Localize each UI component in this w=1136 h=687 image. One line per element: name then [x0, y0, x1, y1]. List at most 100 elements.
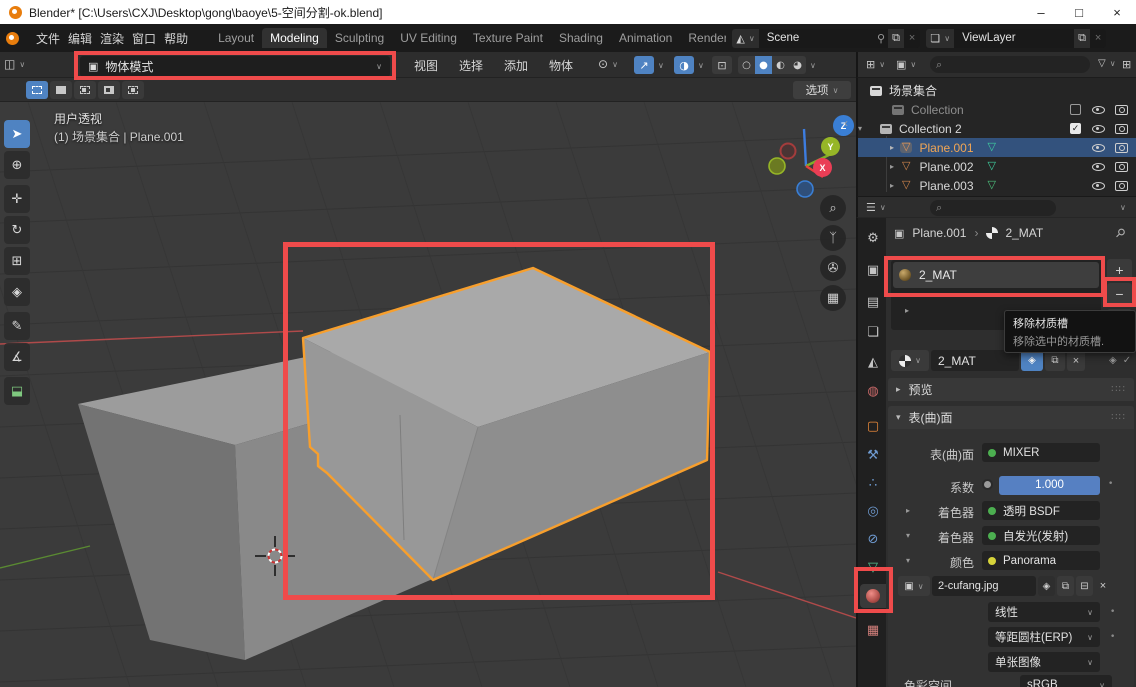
eye-icon[interactable] — [1092, 144, 1105, 152]
tab-object[interactable]: ▢ — [860, 414, 886, 438]
eye-icon[interactable] — [1092, 163, 1105, 171]
tool-annotate[interactable]: ✎ — [4, 312, 30, 340]
source-dropdown[interactable]: 单张图像 ∨ — [988, 652, 1100, 672]
camera-visibility-icon[interactable] — [1115, 162, 1128, 172]
tool-scale[interactable]: ⊞ — [4, 247, 30, 275]
tab-view-layer[interactable]: ❏ — [860, 320, 886, 344]
xray-toggle[interactable]: ⊡ — [712, 56, 732, 74]
material-name-field[interactable]: 2_MAT — [931, 350, 1019, 371]
outliner-row-scene-collection[interactable]: 场景集合 — [858, 81, 1136, 100]
outliner-row-plane001[interactable]: ▸ ▽ Plane.001 ▽ — [858, 138, 1136, 157]
projection-dropdown[interactable]: 等距圆柱(ERP) ∨ — [988, 627, 1100, 647]
tab-output[interactable]: ▤ — [860, 290, 886, 314]
material-slot-item[interactable]: 2_MAT — [893, 262, 1099, 288]
chevron-down-icon[interactable]: ∨ — [1120, 203, 1126, 212]
tool-select-box[interactable]: ➤ — [4, 120, 30, 148]
eye-icon[interactable] — [1092, 125, 1105, 133]
workspace-tab-texturepaint[interactable]: Texture Paint — [465, 28, 551, 48]
overlays-toggle[interactable]: ◑ ∨ — [674, 56, 704, 74]
breadcrumb-material[interactable]: 2_MAT — [1005, 226, 1043, 240]
exclude-checkbox[interactable]: ✓ — [1070, 123, 1081, 134]
workspace-tab-uvediting[interactable]: UV Editing — [392, 28, 465, 48]
select-mode-intersect-button[interactable] — [122, 81, 144, 99]
tab-world[interactable]: ◍ — [860, 379, 886, 403]
panel-surface[interactable]: ▾ 表(曲)面 ∷∷ — [888, 406, 1134, 429]
pin-icon[interactable]: ⚲ — [1112, 225, 1128, 241]
exclude-checkbox[interactable] — [1070, 104, 1081, 115]
expand-arrow-icon[interactable]: ▸ — [858, 143, 894, 152]
scene-unlink-button[interactable]: × — [904, 32, 920, 44]
new-collection-button[interactable]: ⊞ — [1122, 58, 1131, 71]
editor-type-button[interactable]: ◫ ∨ — [4, 57, 25, 71]
shading-solid-button[interactable]: ● — [755, 56, 772, 74]
outliner-search-input[interactable]: ⌕ — [930, 56, 1090, 73]
menu-edit[interactable]: 编辑 — [64, 30, 96, 47]
workspace-tab-sculpting[interactable]: Sculpting — [327, 28, 392, 48]
workspace-tab-modeling[interactable]: Modeling — [262, 28, 327, 48]
object-visibility-dropdown[interactable]: ⊙ ∨ — [598, 57, 618, 71]
remove-slot-button[interactable]: − — [1107, 283, 1132, 305]
tool-measure[interactable]: ∡ — [4, 343, 30, 371]
menu-render[interactable]: 渲染 — [96, 30, 128, 47]
camera-visibility-icon[interactable] — [1115, 124, 1128, 134]
camera-visibility-icon[interactable] — [1115, 105, 1128, 115]
eye-icon[interactable] — [1092, 182, 1105, 190]
menu-add[interactable]: 添加 — [500, 57, 532, 74]
ortho-toggle-control[interactable]: ▦ — [820, 285, 846, 311]
viewlayer-remove-button[interactable]: × — [1090, 32, 1106, 44]
tool-transform[interactable]: ◈ — [4, 278, 30, 306]
outliner-row-collection[interactable]: Collection — [858, 100, 1136, 119]
camera-visibility-icon[interactable] — [1115, 181, 1128, 191]
tab-modifiers[interactable]: ⚒ — [860, 443, 886, 467]
image-copy-button[interactable]: ⧉ — [1057, 576, 1074, 596]
scene-copy-button[interactable]: ⧉ — [888, 29, 904, 48]
interpolation-dropdown[interactable]: 线性 ∨ — [988, 602, 1100, 622]
browse-image-button[interactable]: ▣ ∨ — [898, 576, 930, 596]
expand-arrow-icon[interactable]: ▸ — [858, 162, 894, 171]
tool-rotate[interactable]: ↻ — [4, 216, 30, 244]
zoom-control[interactable]: ⌕ — [820, 195, 846, 221]
pin-icon[interactable]: ⚲ — [874, 32, 888, 45]
properties-search-input[interactable]: ⌕ — [930, 200, 1056, 216]
tab-tool[interactable]: ⚙ — [860, 226, 886, 250]
tab-particles[interactable]: ∴ — [860, 471, 886, 495]
axis-neg-z-ball[interactable] — [797, 181, 813, 197]
check-icon[interactable]: ✓ — [1123, 355, 1131, 366]
open-image-button[interactable]: ⊟ — [1076, 576, 1093, 596]
gizmo-toggle[interactable]: ↗ ∨ — [634, 56, 664, 74]
axis-x-ball[interactable]: X — [813, 158, 832, 177]
animate-dot-icon[interactable]: • — [1110, 607, 1115, 617]
outliner-row-plane002[interactable]: ▸ ▽ Plane.002 ▽ — [858, 157, 1136, 176]
pan-control[interactable]: ᛉ — [820, 225, 846, 251]
menu-view[interactable]: 视图 — [410, 57, 442, 74]
menu-file[interactable]: 文件 — [32, 30, 64, 47]
blender-menu-icon[interactable] — [6, 32, 19, 45]
camera-view-control[interactable]: ✇ — [820, 255, 846, 281]
color-button[interactable]: Panorama — [982, 551, 1100, 570]
shader2-button[interactable]: 自发光(发射) — [982, 526, 1100, 545]
outliner-display-mode[interactable]: ⊞ ∨ — [866, 58, 885, 71]
surface-shader-button[interactable]: MIXER — [982, 443, 1100, 462]
properties-editor-type[interactable]: ☰ ∨ — [866, 201, 886, 214]
tab-render[interactable]: ▣ — [860, 258, 886, 282]
image-name-field[interactable]: 2-cufang.jpg — [932, 576, 1036, 596]
outliner-row-collection2[interactable]: ▾ Collection 2 ✓ — [858, 119, 1136, 138]
collapse-sidebar-icon[interactable]: ‹ — [844, 116, 848, 130]
minimize-button[interactable]: – — [1022, 5, 1060, 20]
workspace-tab-rendering[interactable]: Renderi — [680, 28, 726, 48]
maximize-button[interactable]: □ — [1060, 5, 1098, 20]
panel-preview[interactable]: ▸ 预览 ∷∷ — [888, 378, 1134, 401]
mode-dropdown[interactable]: ▣ 物体模式 ∨ — [80, 56, 390, 77]
drag-handle-icon[interactable]: ∷∷ — [1111, 384, 1126, 395]
workspace-tab-layout[interactable]: Layout — [210, 28, 262, 48]
tab-material[interactable] — [860, 584, 886, 608]
shading-wireframe-button[interactable]: ○ — [738, 56, 755, 74]
shader1-button[interactable]: 透明 BSDF — [982, 501, 1100, 520]
shading-rendered-button[interactable]: ◕ — [789, 56, 806, 74]
shading-material-button[interactable]: ◐ — [772, 56, 789, 74]
menu-object[interactable]: 物体 — [545, 57, 577, 74]
animate-dot-icon[interactable]: • — [1110, 632, 1115, 642]
expand-arrow-icon[interactable]: ▾ — [858, 124, 880, 133]
select-mode-subtract-button[interactable] — [74, 81, 96, 99]
fake-user-button[interactable]: ◈ — [1021, 350, 1043, 371]
